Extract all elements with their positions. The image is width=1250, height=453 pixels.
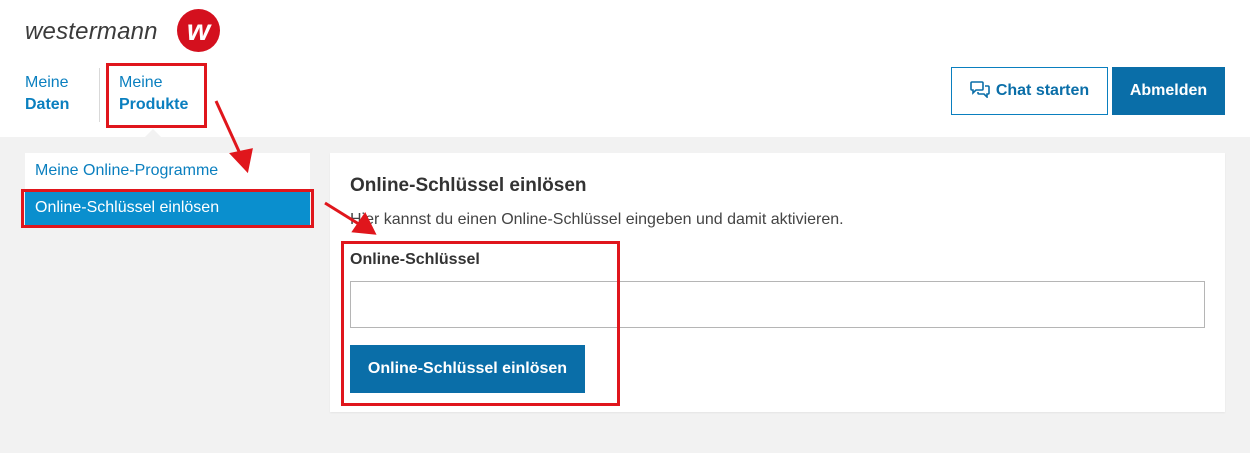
nav-meine-produkte[interactable]: Meine Produkte	[119, 72, 188, 116]
nav-item-line1: Meine	[25, 74, 69, 91]
page-description: Hier kannst du einen Online-Schlüssel ei…	[350, 211, 844, 228]
nav-item-line2: Daten	[25, 96, 70, 113]
chat-start-label: Chat starten	[995, 82, 1090, 99]
logout-button[interactable]: Abmelden	[1112, 67, 1225, 115]
nav-item-line1: Meine	[119, 74, 163, 91]
redeem-key-button[interactable]: Online-Schlüssel einlösen	[350, 345, 585, 393]
nav-item-line2: Produkte	[119, 96, 189, 113]
main-content: Meine Online-Programme Online-Schlüssel …	[0, 137, 1250, 453]
nav-meine-daten[interactable]: Meine Daten	[25, 72, 69, 116]
sidebar-item-online-programme[interactable]: Meine Online-Programme	[25, 153, 310, 189]
online-key-label: Online-Schlüssel	[350, 251, 480, 268]
chat-start-button[interactable]: Chat starten	[951, 67, 1108, 115]
sidebar-item-online-schluessel[interactable]: Online-Schlüssel einlösen	[25, 189, 310, 226]
site-header: westermann w Meine Daten Meine Produkte …	[0, 0, 1250, 137]
active-nav-caret	[145, 129, 161, 137]
redeem-key-panel: Online-Schlüssel einlösen Hier kannst du…	[330, 153, 1225, 412]
page-title: Online-Schlüssel einlösen	[350, 175, 587, 196]
online-key-input[interactable]	[350, 281, 1205, 328]
sidebar-nav: Meine Online-Programme Online-Schlüssel …	[25, 153, 310, 226]
westermann-logo-icon[interactable]: w	[177, 9, 220, 52]
chat-bubbles-icon	[970, 80, 990, 103]
brand-wordmark[interactable]: westermann	[25, 18, 158, 46]
nav-divider	[99, 68, 100, 122]
